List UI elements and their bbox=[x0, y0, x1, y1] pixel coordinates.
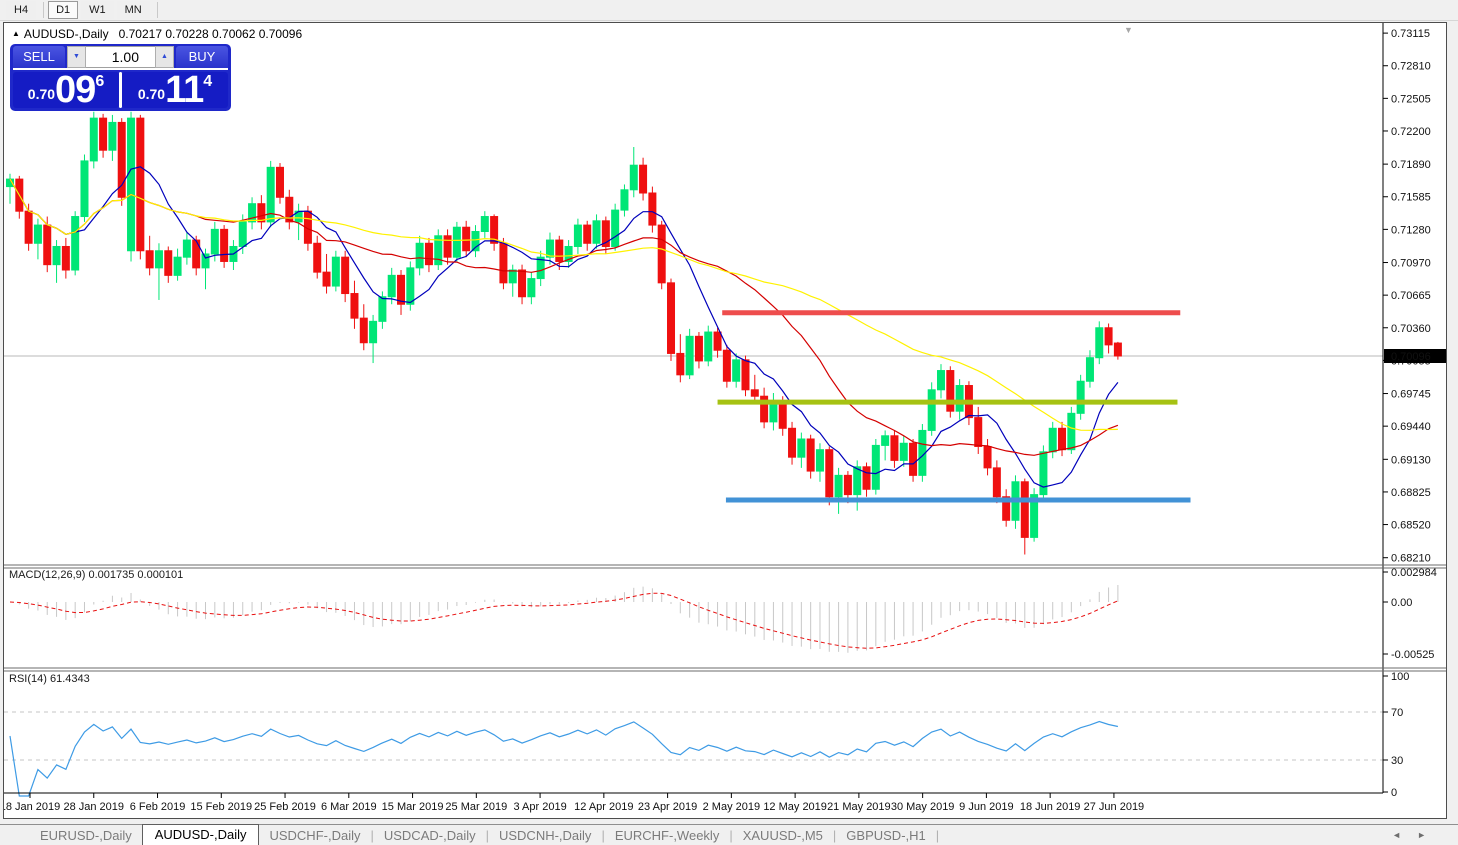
svg-text:9 Jun 2019: 9 Jun 2019 bbox=[959, 801, 1013, 813]
sell-price-big: 09 bbox=[55, 69, 96, 111]
rsi-label: RSI(14) 61.4343 bbox=[9, 673, 90, 685]
svg-text:0.70970: 0.70970 bbox=[1391, 258, 1431, 270]
svg-text:0.70096: 0.70096 bbox=[1391, 351, 1431, 363]
pane-borders bbox=[4, 23, 1446, 794]
chart-window: 0.73115 0.72810 0.72505 0.72200 0.71890 0.715… bbox=[3, 22, 1447, 819]
buy-price-sup: 4 bbox=[203, 73, 213, 90]
tab-audusd-daily[interactable]: AUDUSD-,Daily bbox=[141, 823, 260, 845]
sell-price-prefix: 0.70 bbox=[27, 86, 56, 102]
macd-signal-line bbox=[9, 592, 1119, 649]
svg-text:0.71585: 0.71585 bbox=[1391, 192, 1431, 204]
chart-canvas[interactable]: 0.73115 0.72810 0.72505 0.72200 0.71890 0.715… bbox=[4, 23, 1446, 818]
chart-title: ▲ AUDUSD-,Daily 0.70217 0.70228 0.70062 0.… bbox=[12, 27, 302, 41]
toolbar-separator bbox=[156, 2, 158, 18]
panel-collapse-icon[interactable]: ▼ bbox=[1124, 25, 1133, 35]
svg-text:6 Feb 2019: 6 Feb 2019 bbox=[130, 801, 186, 813]
volume-input[interactable] bbox=[86, 46, 155, 68]
svg-text:30: 30 bbox=[1391, 755, 1403, 767]
sell-price-sup: 6 bbox=[95, 73, 105, 90]
tabs-scroll-right-icon[interactable]: ► bbox=[1417, 830, 1426, 840]
buy-price-prefix: 0.70 bbox=[137, 86, 166, 102]
sell-price[interactable]: 0.70 09 6 bbox=[13, 69, 119, 111]
svg-text:0.68520: 0.68520 bbox=[1391, 520, 1431, 532]
timeframe-toolbar: H4 D1 W1 MN bbox=[0, 0, 1458, 21]
tab-eurchf-weekly[interactable]: EURCHF-,Weekly bbox=[605, 827, 730, 844]
svg-text:2 May 2019: 2 May 2019 bbox=[703, 801, 760, 813]
svg-text:0.69130: 0.69130 bbox=[1391, 454, 1431, 466]
svg-text:15 Feb 2019: 15 Feb 2019 bbox=[190, 801, 252, 813]
mid-ma-line bbox=[9, 178, 1119, 456]
timeframe-button-mn[interactable]: MN bbox=[116, 1, 150, 19]
rsi-pane: 100 70 30 0 bbox=[4, 671, 1409, 799]
svg-text:30 May 2019: 30 May 2019 bbox=[891, 801, 955, 813]
buy-price-big: 11 bbox=[165, 69, 204, 111]
toolbar-separator bbox=[43, 2, 45, 18]
svg-text:0.69745: 0.69745 bbox=[1391, 389, 1431, 401]
svg-text:6 Mar 2019: 6 Mar 2019 bbox=[321, 801, 377, 813]
svg-text:27 Jun 2019: 27 Jun 2019 bbox=[1084, 801, 1145, 813]
timeframe-button-h4[interactable]: H4 bbox=[6, 1, 37, 19]
svg-text:18 Jun 2019: 18 Jun 2019 bbox=[1020, 801, 1081, 813]
sell-button[interactable]: SELL bbox=[13, 46, 65, 68]
svg-text:0.70665: 0.70665 bbox=[1391, 290, 1431, 302]
tab-separator: | bbox=[935, 827, 940, 843]
svg-text:28 Jan 2019: 28 Jan 2019 bbox=[63, 801, 124, 813]
tab-gbpusd-h1[interactable]: GBPUSD-,H1 bbox=[836, 827, 935, 844]
macd-pane: 0.002984 0.00 -0.00525 bbox=[9, 567, 1437, 661]
svg-text:3 Apr 2019: 3 Apr 2019 bbox=[513, 801, 566, 813]
volume-decrease-button[interactable]: ▼ bbox=[67, 46, 86, 68]
svg-text:0.72200: 0.72200 bbox=[1391, 126, 1431, 138]
ohlc-values: 0.70217 0.70228 0.70062 0.70096 bbox=[118, 27, 303, 41]
price-axis: 0.73115 0.72810 0.72505 0.72200 0.71890 0.715… bbox=[1383, 28, 1446, 565]
tab-usdchf-daily[interactable]: USDCHF-,Daily bbox=[259, 827, 370, 844]
svg-text:0.68210: 0.68210 bbox=[1391, 553, 1431, 565]
tab-xauusd-m5[interactable]: XAUUSD-,M5 bbox=[733, 827, 833, 844]
svg-text:0.00: 0.00 bbox=[1391, 597, 1412, 609]
tab-eurusd-daily[interactable]: EURUSD-,Daily bbox=[30, 827, 142, 844]
svg-text:0.71890: 0.71890 bbox=[1391, 159, 1431, 171]
svg-text:100: 100 bbox=[1391, 671, 1409, 683]
svg-text:0: 0 bbox=[1391, 787, 1397, 799]
date-axis: 18 Jan 2019 28 Jan 2019 6 Feb 2019 15 Feb 2… bbox=[4, 793, 1144, 813]
svg-text:0.002984: 0.002984 bbox=[1391, 567, 1437, 579]
symbol-period-label: AUDUSD-,Daily bbox=[23, 27, 109, 41]
svg-text:12 May 2019: 12 May 2019 bbox=[763, 801, 827, 813]
svg-text:18 Jan 2019: 18 Jan 2019 bbox=[4, 801, 60, 813]
fast-ma-line bbox=[9, 166, 1119, 488]
svg-text:15 Mar 2019: 15 Mar 2019 bbox=[382, 801, 444, 813]
svg-text:0.71280: 0.71280 bbox=[1391, 224, 1431, 236]
svg-text:0.73115: 0.73115 bbox=[1391, 28, 1430, 40]
trade-panel-expand-icon[interactable]: ▲ bbox=[12, 29, 20, 38]
svg-text:70: 70 bbox=[1391, 707, 1403, 719]
svg-text:12 Apr 2019: 12 Apr 2019 bbox=[574, 801, 633, 813]
svg-text:0.70360: 0.70360 bbox=[1391, 323, 1431, 335]
svg-text:21 May 2019: 21 May 2019 bbox=[827, 801, 891, 813]
svg-text:0.72810: 0.72810 bbox=[1391, 61, 1431, 73]
buy-button[interactable]: BUY bbox=[176, 46, 228, 68]
candlestick-layer bbox=[6, 111, 1122, 555]
svg-text:0.72505: 0.72505 bbox=[1391, 93, 1431, 105]
svg-text:0.68825: 0.68825 bbox=[1391, 487, 1431, 499]
ma-lines bbox=[9, 166, 1119, 488]
macd-label: MACD(12,26,9) 0.001735 0.000101 bbox=[9, 569, 184, 581]
svg-text:25 Feb 2019: 25 Feb 2019 bbox=[254, 801, 316, 813]
svg-text:23 Apr 2019: 23 Apr 2019 bbox=[638, 801, 697, 813]
svg-text:-0.00525: -0.00525 bbox=[1391, 649, 1434, 661]
svg-text:25 Mar 2019: 25 Mar 2019 bbox=[445, 801, 507, 813]
one-click-trade-panel: SELL ▼ ▲ BUY 0.70096 0.70114 bbox=[10, 44, 231, 111]
symbol-tabbar: ◄ ► EURUSD-,Daily AUDUSD-,Daily USDCHF-,Da… bbox=[0, 823, 1458, 845]
timeframe-button-d1[interactable]: D1 bbox=[48, 1, 79, 19]
timeframe-button-w1[interactable]: W1 bbox=[81, 1, 114, 19]
rsi-line bbox=[9, 720, 1119, 797]
tabs-scroll-left-icon[interactable]: ◄ bbox=[1392, 830, 1401, 840]
tab-usdcnh-daily[interactable]: USDCNH-,Daily bbox=[489, 827, 601, 844]
tab-usdcad-daily[interactable]: USDCAD-,Daily bbox=[374, 827, 486, 844]
svg-text:0.69440: 0.69440 bbox=[1391, 421, 1431, 433]
volume-increase-button[interactable]: ▲ bbox=[155, 46, 174, 68]
buy-price[interactable]: 0.70 11 4 bbox=[122, 69, 228, 111]
